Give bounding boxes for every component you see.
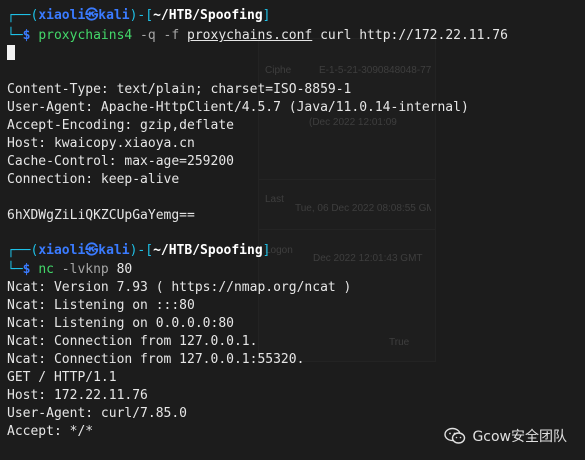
command-option: -q [132, 28, 156, 43]
output-line: User-Agent: curl/7.85.0 [7, 406, 188, 421]
background-panel-divider [259, 179, 435, 180]
command-args: 80 [108, 262, 133, 277]
output-line: 6hXDWgZiLiQKZCUpGaYemg== [7, 208, 195, 223]
output-line: Ncat: Version 7.93 ( https://nmap.org/nc… [7, 280, 352, 295]
output-line: Content-Type: text/plain; charset=ISO-88… [7, 82, 352, 97]
command-option: -f [155, 28, 180, 43]
prompt-corner: ┌──( [7, 243, 39, 258]
background-panel-row: True [389, 337, 410, 348]
prompt-corner: ┌──( [7, 8, 39, 23]
output-line: GET / HTTP/1.1 [7, 370, 117, 385]
output-line: Ncat: Connection from 127.0.0.1. [7, 334, 258, 349]
output-line: User-Agent: Apache-HttpClient/4.5.7 (Jav… [7, 100, 469, 115]
prompt-corner: └─ [7, 262, 23, 277]
prompt-bracket: ] [262, 243, 271, 258]
background-panel-row: Dec 2022 12:01:43 GMT [313, 253, 423, 264]
command-line: └─$ proxychains4 -q -f proxychains.conf … [7, 27, 508, 45]
watermark-text: Gcow安全团队 [472, 429, 567, 445]
cursor-block [7, 45, 15, 60]
prompt-cwd: ~/HTB/Spoofing [153, 243, 263, 258]
command-args: curl http://172.22.11.76 [312, 28, 508, 43]
output-line: Accept-Encoding: gzip,deflate [7, 118, 234, 133]
prompt-separator: )-[ [129, 243, 154, 258]
prompt-dollar: $ [22, 28, 39, 43]
cursor-line [7, 45, 15, 63]
output-line: Host: kwaicopy.xiaoya.cn [7, 136, 195, 151]
prompt-user: xiaoli㉿kali [38, 8, 130, 23]
prompt-bracket: ] [262, 8, 271, 23]
prompt-dollar: $ [22, 262, 39, 277]
output-line: Connection: keep-alive [7, 172, 180, 187]
command-line: └─$ nc -lvknp 80 [7, 261, 132, 279]
output-line: Ncat: Listening on 0.0.0.0:80 [7, 316, 234, 331]
background-panel-row: (Dec 2022 12:01:09 [309, 117, 397, 128]
output-line: Host: 172.22.11.76 [7, 388, 148, 403]
background-panel-row: Tue, 06 Dec 2022 08:08:55 GMT [295, 203, 431, 214]
prompt-header: ┌──(xiaoli㉿kali)-[~/HTB/Spoofing] [7, 242, 270, 260]
output-line: Ncat: Connection from 127.0.0.1:55320. [7, 352, 305, 367]
command-file-arg: proxychains.conf [187, 28, 313, 43]
prompt-corner: └─ [7, 28, 23, 43]
prompt-cwd: ~/HTB/Spoofing [153, 8, 263, 23]
output-line: Cache-Control: max-age=259200 [7, 154, 234, 169]
command-name: proxychains4 [38, 28, 133, 43]
prompt-separator: )-[ [129, 8, 154, 23]
wechat-icon [444, 427, 466, 444]
prompt-user: xiaoli㉿kali [38, 243, 130, 258]
output-line: Ncat: Listening on :::80 [7, 298, 195, 313]
command-name: nc [38, 262, 54, 277]
prompt-header: ┌──(xiaoli㉿kali)-[~/HTB/Spoofing] [7, 7, 270, 25]
watermark: Gcow安全团队 [444, 426, 567, 446]
output-line: Accept: */* [7, 424, 94, 439]
command-option: -lvknp [53, 262, 109, 277]
background-panel-row: E-1-5-21-3090848048-77345707A-3413189266… [319, 65, 431, 76]
terminal-window: Ciphe E-1-5-21-3090848048-77345707A-3413… [0, 0, 585, 460]
background-panel-divider [259, 229, 435, 230]
